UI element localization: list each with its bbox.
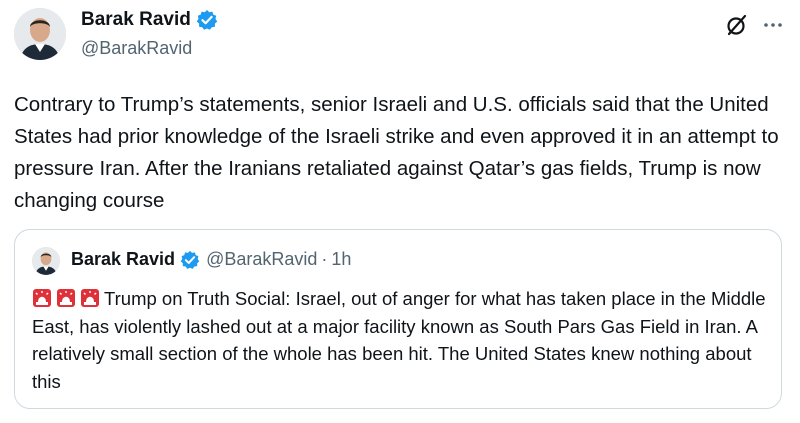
siren-emoji-icon: [32, 288, 52, 308]
more-options-icon[interactable]: [760, 12, 786, 38]
quoted-author-handle[interactable]: @BarakRavid: [206, 249, 317, 270]
avatar-portrait: [14, 8, 66, 60]
verified-badge-icon: [196, 9, 218, 31]
quoted-post-card[interactable]: Barak Ravid @BarakRavid · 1h Trump on Tr…: [14, 229, 782, 409]
quoted-avatar-portrait: [32, 247, 60, 275]
quoted-separator: ·: [321, 249, 328, 269]
quoted-body: Trump on Truth Social: Israel, out of an…: [32, 288, 766, 392]
quoted-author-avatar[interactable]: [32, 247, 60, 275]
siren-emoji-icon: [80, 288, 100, 308]
author-name[interactable]: Barak Ravid: [81, 9, 191, 31]
quoted-verified-badge-icon: [180, 250, 200, 270]
quoted-author-name[interactable]: Barak Ravid: [71, 249, 175, 270]
siren-emoji-icon: [56, 288, 76, 308]
quoted-header: Barak Ravid @BarakRavid · 1h: [71, 249, 351, 270]
grok-icon[interactable]: [724, 12, 750, 38]
author-avatar[interactable]: [14, 8, 66, 60]
quoted-timestamp[interactable]: 1h: [331, 249, 351, 270]
author-name-row: Barak Ravid: [81, 9, 218, 31]
post-text: Contrary to Trump’s statements, senior I…: [14, 93, 779, 212]
post: Barak Ravid @BarakRavid Contrary to Trum…: [0, 0, 800, 423]
author-handle[interactable]: @BarakRavid: [81, 38, 192, 59]
quoted-post-text: Trump on Truth Social: Israel, out of an…: [32, 285, 767, 395]
